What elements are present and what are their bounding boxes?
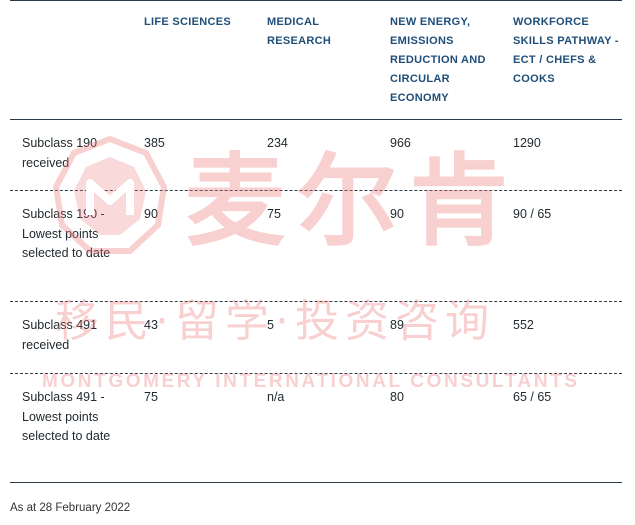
cell-value: 80 <box>390 390 404 404</box>
table-row: Subclass 190 - Lowest points selected to… <box>10 190 622 301</box>
table-row: Subclass 491 received 43 5 89 552 <box>10 301 622 373</box>
cell-value: 75 <box>144 390 158 404</box>
cell-value: 90 / 65 <box>513 207 552 221</box>
cell-value: 89 <box>390 318 404 332</box>
column-header-medical-research: MEDICAL RESEARCH <box>267 16 332 47</box>
column-header-new-energy: NEW ENERGY, EMISSIONS REDUCTION AND CIRC… <box>390 16 486 104</box>
footnote: As at 28 February 2022 <box>10 502 131 514</box>
cell-value: 90 <box>390 207 404 221</box>
cell-value: n/a <box>267 390 285 404</box>
row-label: Subclass 491 received <box>22 318 98 352</box>
table-row: Subclass 491 - Lowest points selected to… <box>10 373 622 486</box>
row-label: Subclass 491 - Lowest points selected to… <box>22 390 111 443</box>
cell-value: 1290 <box>513 136 541 150</box>
cell-value: 65 / 65 <box>513 390 552 404</box>
column-header-workforce-skills: WORKFORCE SKILLS PATHWAY - ECT / CHEFS &… <box>513 16 619 85</box>
cell-value: 43 <box>144 318 158 332</box>
cell-value: 5 <box>267 318 274 332</box>
column-header-life-sciences: LIFE SCIENCES <box>144 16 232 28</box>
table-header: LIFE SCIENCES MEDICAL RESEARCH NEW ENERG… <box>10 0 622 119</box>
cell-value: 90 <box>144 207 158 221</box>
cell-value: 552 <box>513 318 534 332</box>
cell-value: 385 <box>144 136 165 150</box>
table-row: Subclass 190 received 385 234 966 1290 <box>10 119 622 190</box>
cell-value: 966 <box>390 136 411 150</box>
table-bottom-rule <box>10 482 622 483</box>
cell-value: 234 <box>267 136 288 150</box>
points-table: LIFE SCIENCES MEDICAL RESEARCH NEW ENERG… <box>10 0 622 486</box>
row-label: Subclass 190 received <box>22 136 98 170</box>
cell-value: 75 <box>267 207 281 221</box>
row-label: Subclass 190 - Lowest points selected to… <box>22 207 111 260</box>
